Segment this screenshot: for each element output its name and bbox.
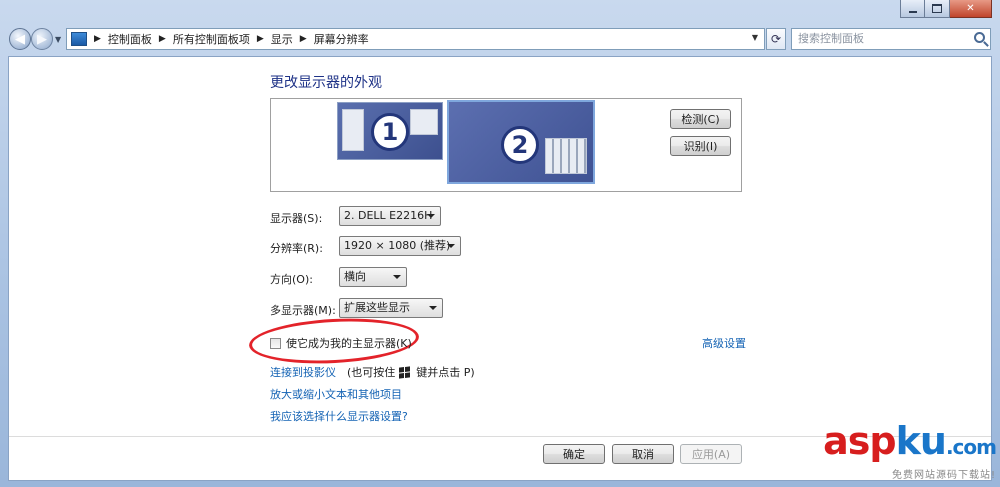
orientation-label: 方向(O): <box>270 273 313 286</box>
watermark-tagline: 免费网站源码下载站! <box>891 470 996 481</box>
refresh-button[interactable]: ⟳ <box>766 28 786 50</box>
chevron-right-icon[interactable]: ▶ <box>94 34 101 44</box>
advanced-settings-link[interactable]: 高级设置 <box>702 335 746 351</box>
back-button[interactable]: ◀ <box>9 28 31 50</box>
text-size-link[interactable]: 放大或缩小文本和其他项目 <box>270 386 402 402</box>
address-bar[interactable]: ▶ 控制面板 ▶ 所有控制面板项 ▶ 显示 ▶ 屏幕分辨率 ▼ <box>66 28 765 50</box>
resolution-select-value: 1920 × 1080 (推荐) <box>344 239 451 252</box>
detect-button[interactable]: 检测(C) <box>670 109 731 129</box>
monitor-2[interactable]: 2 <box>447 100 595 184</box>
multiple-displays-select[interactable]: 扩展这些显示 <box>339 298 443 318</box>
recent-pages-dropdown-icon[interactable]: ▼ <box>55 35 61 44</box>
display-select-value: 2. DELL E2216H <box>344 209 433 222</box>
address-dropdown-icon[interactable]: ▼ <box>752 33 758 42</box>
multiple-displays-select-value: 扩展这些显示 <box>344 301 410 314</box>
monitor-number-badge: 1 <box>371 113 409 151</box>
orientation-select-value: 横向 <box>344 270 366 283</box>
projector-hint-suffix: 键并点击 P) <box>416 366 475 379</box>
content-pane: 更改显示器的外观 1 2 检测(C) 识别(I) 显示器(S): 2. DELL… <box>8 56 992 481</box>
monitor-number-badge: 2 <box>501 126 539 164</box>
close-button[interactable]: ✕ <box>950 0 992 18</box>
main-display-checkbox[interactable] <box>270 337 281 349</box>
monitor-2-window-graphic <box>545 138 587 174</box>
chevron-right-icon[interactable]: ▶ <box>257 34 264 44</box>
multiple-displays-label: 多显示器(M): <box>270 304 336 317</box>
ok-button[interactable]: 确定 <box>543 444 605 464</box>
display-label: 显示器(S): <box>270 212 323 225</box>
resolution-label: 分辨率(R): <box>270 242 323 255</box>
page-title: 更改显示器的外观 <box>270 75 382 91</box>
monitor-1[interactable]: 1 <box>337 102 443 160</box>
monitor-1-window-graphic <box>410 109 438 135</box>
navigation-bar: ◀ ▶ ▼ ▶ 控制面板 ▶ 所有控制面板项 ▶ 显示 ▶ 屏幕分辨率 ▼ ⟳ … <box>0 24 1000 54</box>
forward-button[interactable]: ▶ <box>31 28 53 50</box>
search-input[interactable]: 搜索控制面板 <box>791 28 991 50</box>
breadcrumb-screen-resolution[interactable]: 屏幕分辨率 <box>314 31 369 47</box>
breadcrumb-control-panel[interactable]: 控制面板 <box>108 31 152 47</box>
breadcrumb-all-items[interactable]: 所有控制面板项 <box>173 31 250 47</box>
projector-hint-prefix: (也可按住 <box>347 366 396 379</box>
control-panel-icon <box>71 32 87 46</box>
main-display-checkbox-row[interactable]: 使它成为我的主显示器(K) <box>270 335 412 351</box>
chevron-right-icon[interactable]: ▶ <box>300 34 307 44</box>
chevron-down-icon <box>427 214 435 218</box>
monitor-1-window-graphic <box>342 109 364 151</box>
projector-hint: (也可按住 键并点击 P) <box>347 364 475 380</box>
connect-projector-link[interactable]: 连接到投影仪 <box>270 364 336 380</box>
chevron-down-icon <box>447 244 455 248</box>
which-settings-link[interactable]: 我应该选择什么显示器设置? <box>270 408 408 424</box>
site-watermark: aspku.com 免费网站源码下载站! <box>823 419 997 481</box>
search-placeholder: 搜索控制面板 <box>798 32 864 45</box>
window-caption-buttons: ✕ <box>900 0 992 18</box>
orientation-select[interactable]: 横向 <box>339 267 407 287</box>
search-icon[interactable] <box>974 32 985 43</box>
chevron-down-icon <box>429 306 437 310</box>
maximize-button[interactable] <box>925 0 950 18</box>
chevron-down-icon <box>393 275 401 279</box>
cancel-button[interactable]: 取消 <box>612 444 674 464</box>
display-select[interactable]: 2. DELL E2216H <box>339 206 441 226</box>
chevron-right-icon[interactable]: ▶ <box>159 34 166 44</box>
resolution-select[interactable]: 1920 × 1080 (推荐) <box>339 236 461 256</box>
breadcrumb-display[interactable]: 显示 <box>271 31 293 47</box>
watermark-logo: aspku.com <box>823 419 997 463</box>
windows-logo-icon <box>399 365 411 379</box>
identify-button[interactable]: 识别(I) <box>670 136 731 156</box>
main-display-checkbox-label[interactable]: 使它成为我的主显示器(K) <box>286 335 412 351</box>
apply-button[interactable]: 应用(A) <box>680 444 742 464</box>
minimize-button[interactable] <box>900 0 925 18</box>
window-frame: ✕ ◀ ▶ ▼ ▶ 控制面板 ▶ 所有控制面板项 ▶ 显示 ▶ 屏幕分辨率 ▼ … <box>0 0 1000 487</box>
